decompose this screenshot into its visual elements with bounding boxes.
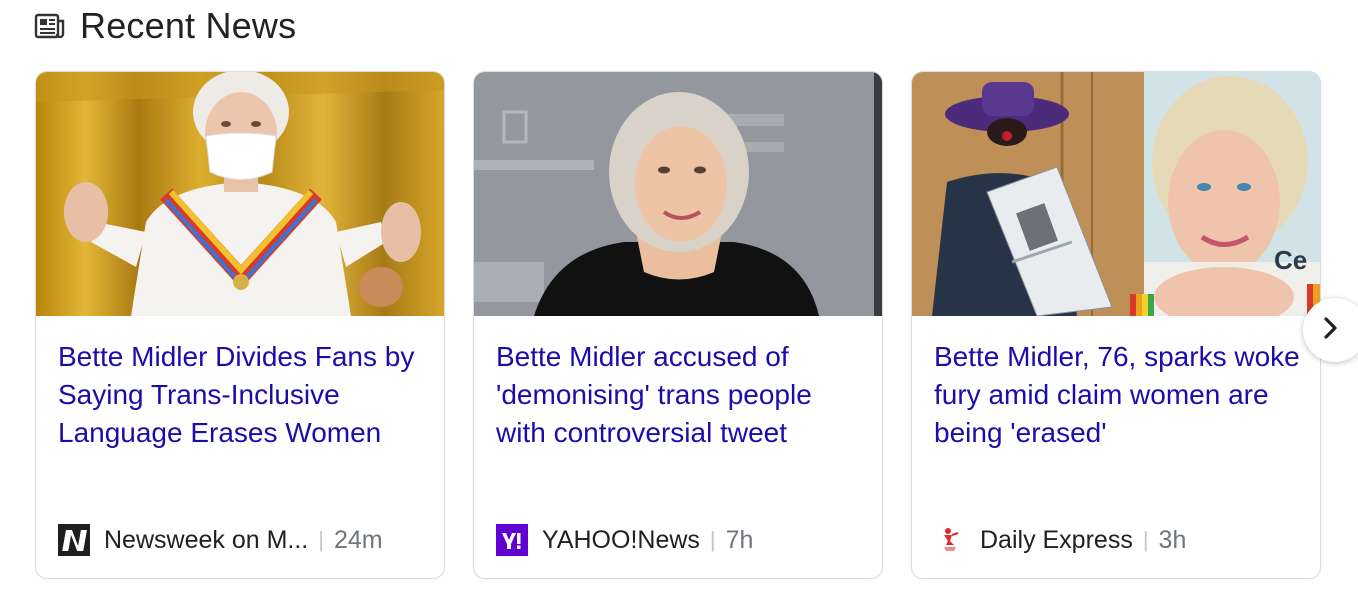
news-source: YAHOO!News	[542, 525, 700, 554]
news-age: 24m	[333, 525, 383, 554]
section-header: Recent News	[34, 4, 296, 48]
news-source: Newsweek on M...	[104, 525, 309, 554]
meta-separator: |	[1142, 527, 1149, 552]
newspaper-icon	[34, 12, 66, 40]
news-card[interactable]: Bette Midler Divides Fans by Saying Tran…	[35, 71, 445, 579]
news-meta: YAHOO!News | 7h	[496, 522, 868, 558]
news-card[interactable]: Bette Midler accused of 'demonising' tra…	[473, 71, 883, 579]
meta-separator: |	[318, 527, 324, 552]
news-card[interactable]: Ce Bette Midler, 76, sparks woke fury am…	[911, 71, 1321, 579]
meta-separator: |	[709, 527, 716, 552]
thumbnail-backdrop-text: Ce	[1274, 245, 1307, 275]
news-headline[interactable]: Bette Midler, 76, sparks woke fury amid …	[934, 338, 1302, 452]
news-age: 7h	[725, 525, 754, 554]
news-source: Daily Express	[980, 525, 1133, 554]
daily-express-logo-icon	[934, 524, 966, 556]
carousel-next-button[interactable]	[1303, 298, 1358, 362]
news-thumbnail[interactable]: Ce	[912, 72, 1320, 316]
news-headline[interactable]: Bette Midler Divides Fans by Saying Tran…	[58, 338, 426, 452]
chevron-right-icon	[1321, 316, 1341, 345]
section-title: Recent News	[80, 5, 297, 46]
news-age: 3h	[1158, 525, 1187, 554]
yahoo-logo-icon	[496, 524, 528, 556]
news-headline[interactable]: Bette Midler accused of 'demonising' tra…	[496, 338, 864, 452]
news-thumbnail[interactable]	[474, 72, 882, 316]
news-meta: Newsweek on M... | 24m	[58, 522, 430, 558]
news-thumbnail[interactable]	[36, 72, 444, 316]
newsweek-logo-icon	[58, 524, 90, 556]
news-meta: Daily Express | 3h	[934, 522, 1306, 558]
